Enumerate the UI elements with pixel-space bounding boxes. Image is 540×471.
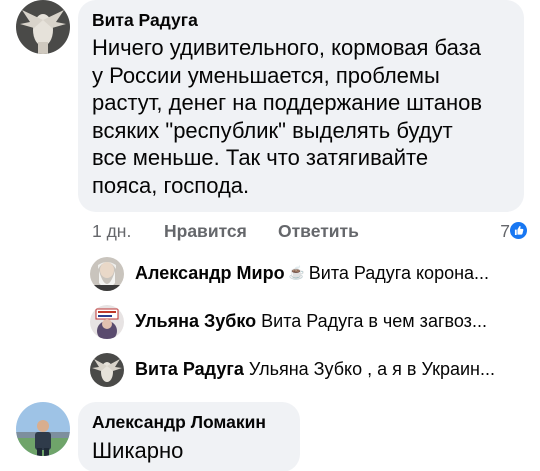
comment-bubble: Александр Ломакин Шикарно (78, 402, 300, 471)
reply-author[interactable]: Вита Радуга (135, 359, 244, 379)
reply-text[interactable]: Вита Радуга корона... (309, 263, 489, 283)
thumbs-up-icon[interactable] (509, 221, 528, 240)
reply-author[interactable]: Александр Миро (135, 263, 285, 283)
comment-text: Ничего удивительного, кормовая база у Ро… (92, 34, 517, 199)
reply-item: Ульяна Зубко Вита Радуга в чем загвоз... (90, 305, 530, 341)
reply-text[interactable]: Вита Радуга в чем загвоз... (261, 311, 487, 331)
comment-author[interactable]: Вита Радуга (92, 10, 198, 31)
avatar-vita-raduga[interactable] (16, 0, 70, 54)
reply-line: Александр Миро ☕ Вита Радуга корона... (135, 263, 525, 284)
avatar-ulyana-zubko[interactable] (90, 305, 124, 339)
comment-text-line: все меньше. Так что затягивайте (92, 145, 429, 170)
comment-timestamp[interactable]: 1 дн. (92, 221, 131, 242)
reply-line: Ульяна Зубко Вита Радуга в чем загвоз... (135, 311, 525, 332)
avatar-aleksandr-lomakin[interactable] (16, 402, 70, 456)
reply-item: Александр Миро ☕ Вита Радуга корона... (90, 257, 530, 293)
reply-text[interactable]: Ульяна Зубко , а я в Украин... (249, 359, 495, 379)
reply-button[interactable]: Ответить (278, 221, 359, 242)
comment-text-line: Ничего удивительного, кормовая база (92, 35, 481, 60)
comment-actions: 1 дн. Нравится Ответить 7 (92, 221, 528, 245)
reply-item: Вита Радуга Ульяна Зубко , а я в Украин.… (90, 353, 530, 389)
comment-text-line: у России уменьшается, проблемы (92, 62, 440, 88)
like-button[interactable]: Нравится (164, 221, 247, 242)
reply-line: Вита Радуга Ульяна Зубко , а я в Украин.… (135, 359, 525, 380)
avatar-aleksandr-miro[interactable] (90, 257, 124, 291)
avatar-vita-raduga[interactable] (90, 353, 124, 387)
comment-bubble: Вита Радуга Ничего удивительного, кормов… (78, 0, 524, 212)
comment-text: Шикарно (92, 438, 184, 463)
comment-text-line: растут, денег на поддержание штанов (92, 90, 483, 115)
cup-icon: ☕ (288, 265, 305, 280)
comment-author[interactable]: Александр Ломакин (92, 412, 266, 433)
comment-text-line: пояса, господа. (92, 172, 250, 198)
comment-text-line: всяких "республик" выделять будут (92, 117, 453, 143)
reply-author[interactable]: Ульяна Зубко (135, 311, 256, 331)
